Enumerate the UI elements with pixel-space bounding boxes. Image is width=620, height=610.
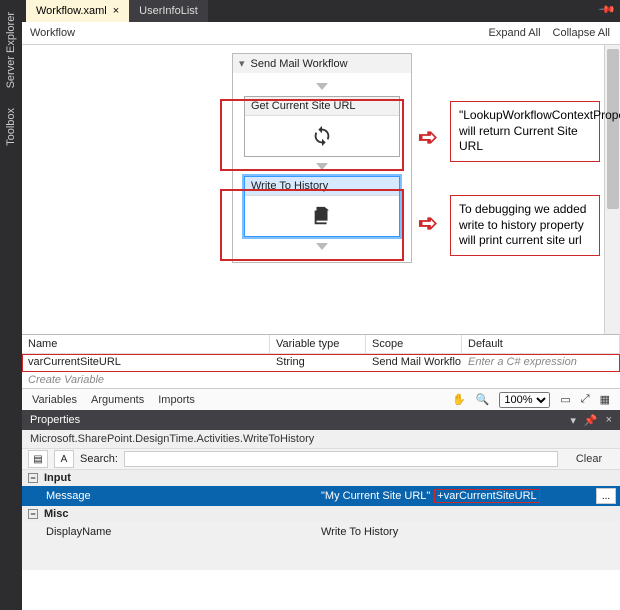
category-misc[interactable]: − Misc xyxy=(22,506,620,522)
annotation-box xyxy=(220,189,404,261)
expression-editor-button[interactable]: ... xyxy=(596,488,616,504)
create-variable-link[interactable]: Create Variable xyxy=(22,372,620,388)
variable-type[interactable]: String xyxy=(270,354,366,372)
col-header-name[interactable]: Name xyxy=(22,335,270,354)
properties-search-input[interactable] xyxy=(124,451,558,467)
tab-workflow-xaml[interactable]: Workflow.xaml × xyxy=(26,0,129,22)
property-name: Message xyxy=(22,490,321,502)
tab-imports[interactable]: Imports xyxy=(158,394,195,406)
scrollbar-thumb[interactable] xyxy=(607,49,619,209)
fit-icon[interactable]: ⤢ xyxy=(581,393,590,406)
minimap-icon[interactable]: ▦ xyxy=(600,393,610,406)
variable-scope[interactable]: Send Mail Workflow xyxy=(366,354,462,372)
dropdown-icon[interactable]: ▾ xyxy=(570,414,576,427)
property-value[interactable]: "My Current Site URL" +varCurrentSiteURL… xyxy=(321,489,620,503)
properties-object-path: Microsoft.SharePoint.DesignTime.Activiti… xyxy=(22,430,620,448)
tab-label: UserInfoList xyxy=(139,5,198,17)
annotation-arrow-icon: ➪ xyxy=(418,123,438,152)
property-value[interactable]: Write To History xyxy=(321,526,620,538)
breadcrumb[interactable]: Workflow xyxy=(30,27,75,39)
properties-title-bar: Properties ▾ 📌 × xyxy=(22,410,620,430)
properties-title: Properties xyxy=(30,414,80,426)
collapse-all-link[interactable]: Collapse All xyxy=(553,27,610,39)
variable-name[interactable]: varCurrentSiteURL xyxy=(22,354,270,372)
category-label: Misc xyxy=(44,508,68,520)
property-name: DisplayName xyxy=(22,526,321,538)
property-row-displayname[interactable]: DisplayName Write To History xyxy=(22,522,620,542)
annotation-text: To debugging we added write to history p… xyxy=(450,195,600,256)
property-row-message[interactable]: Message "My Current Site URL" +varCurren… xyxy=(22,486,620,506)
alphabetical-button[interactable]: A xyxy=(54,450,74,468)
document-tab-strip: Workflow.xaml × UserInfoList 📌 xyxy=(22,0,620,22)
displayname-value: Write To History xyxy=(321,526,398,538)
categorize-button[interactable]: ▤ xyxy=(28,450,48,468)
tab-userinfolist[interactable]: UserInfoList xyxy=(129,0,208,22)
vertical-scrollbar[interactable] xyxy=(604,45,620,334)
col-header-type[interactable]: Variable type xyxy=(270,335,366,354)
pan-icon[interactable]: ✋ xyxy=(452,393,466,406)
chevron-down-icon[interactable]: ▾ xyxy=(239,57,245,70)
pin-icon[interactable]: 📌 xyxy=(584,414,598,427)
collapse-icon[interactable]: − xyxy=(28,509,38,519)
tab-label: Workflow.xaml xyxy=(36,5,107,17)
annotation-arrow-icon: ➪ xyxy=(418,209,438,238)
message-value-expression: +varCurrentSiteURL xyxy=(434,489,539,503)
server-explorer-tab[interactable]: Server Explorer xyxy=(3,4,19,96)
search-label: Search: xyxy=(80,453,118,465)
col-header-scope[interactable]: Scope xyxy=(366,335,462,354)
container-title: Send Mail Workflow xyxy=(251,58,348,70)
clear-search-button[interactable]: Clear xyxy=(564,453,614,465)
tab-variables[interactable]: Variables xyxy=(32,394,77,406)
toolbox-tab[interactable]: Toolbox xyxy=(3,100,19,154)
col-header-default[interactable]: Default xyxy=(462,335,620,354)
workflow-designer[interactable]: ▾ Send Mail Workflow Get Current Site UR… xyxy=(22,44,620,334)
message-value-literal: "My Current Site URL" xyxy=(321,490,430,502)
category-input[interactable]: − Input xyxy=(22,470,620,486)
category-label: Input xyxy=(44,472,71,484)
variable-row[interactable]: varCurrentSiteURL String Send Mail Workf… xyxy=(22,354,620,372)
overview-icon[interactable]: ▭ xyxy=(560,393,570,406)
tab-arguments[interactable]: Arguments xyxy=(91,394,144,406)
collapse-icon[interactable]: − xyxy=(28,473,38,483)
pin-icon[interactable]: 📌 xyxy=(598,0,617,19)
zoom-icon[interactable]: 🔍 xyxy=(476,393,490,406)
variables-panel: Name Variable type Scope Default varCurr… xyxy=(22,334,620,388)
flow-arrow-icon xyxy=(316,83,328,90)
variable-default[interactable]: Enter a C# expression xyxy=(462,354,620,372)
zoom-select[interactable]: 100% xyxy=(499,392,550,408)
expand-all-link[interactable]: Expand All xyxy=(489,27,541,39)
annotation-box xyxy=(220,99,404,171)
close-icon[interactable]: × xyxy=(606,414,612,427)
close-icon[interactable]: × xyxy=(113,5,119,17)
annotation-text: "LookupWorkflowContextProperty" will ret… xyxy=(450,101,600,162)
